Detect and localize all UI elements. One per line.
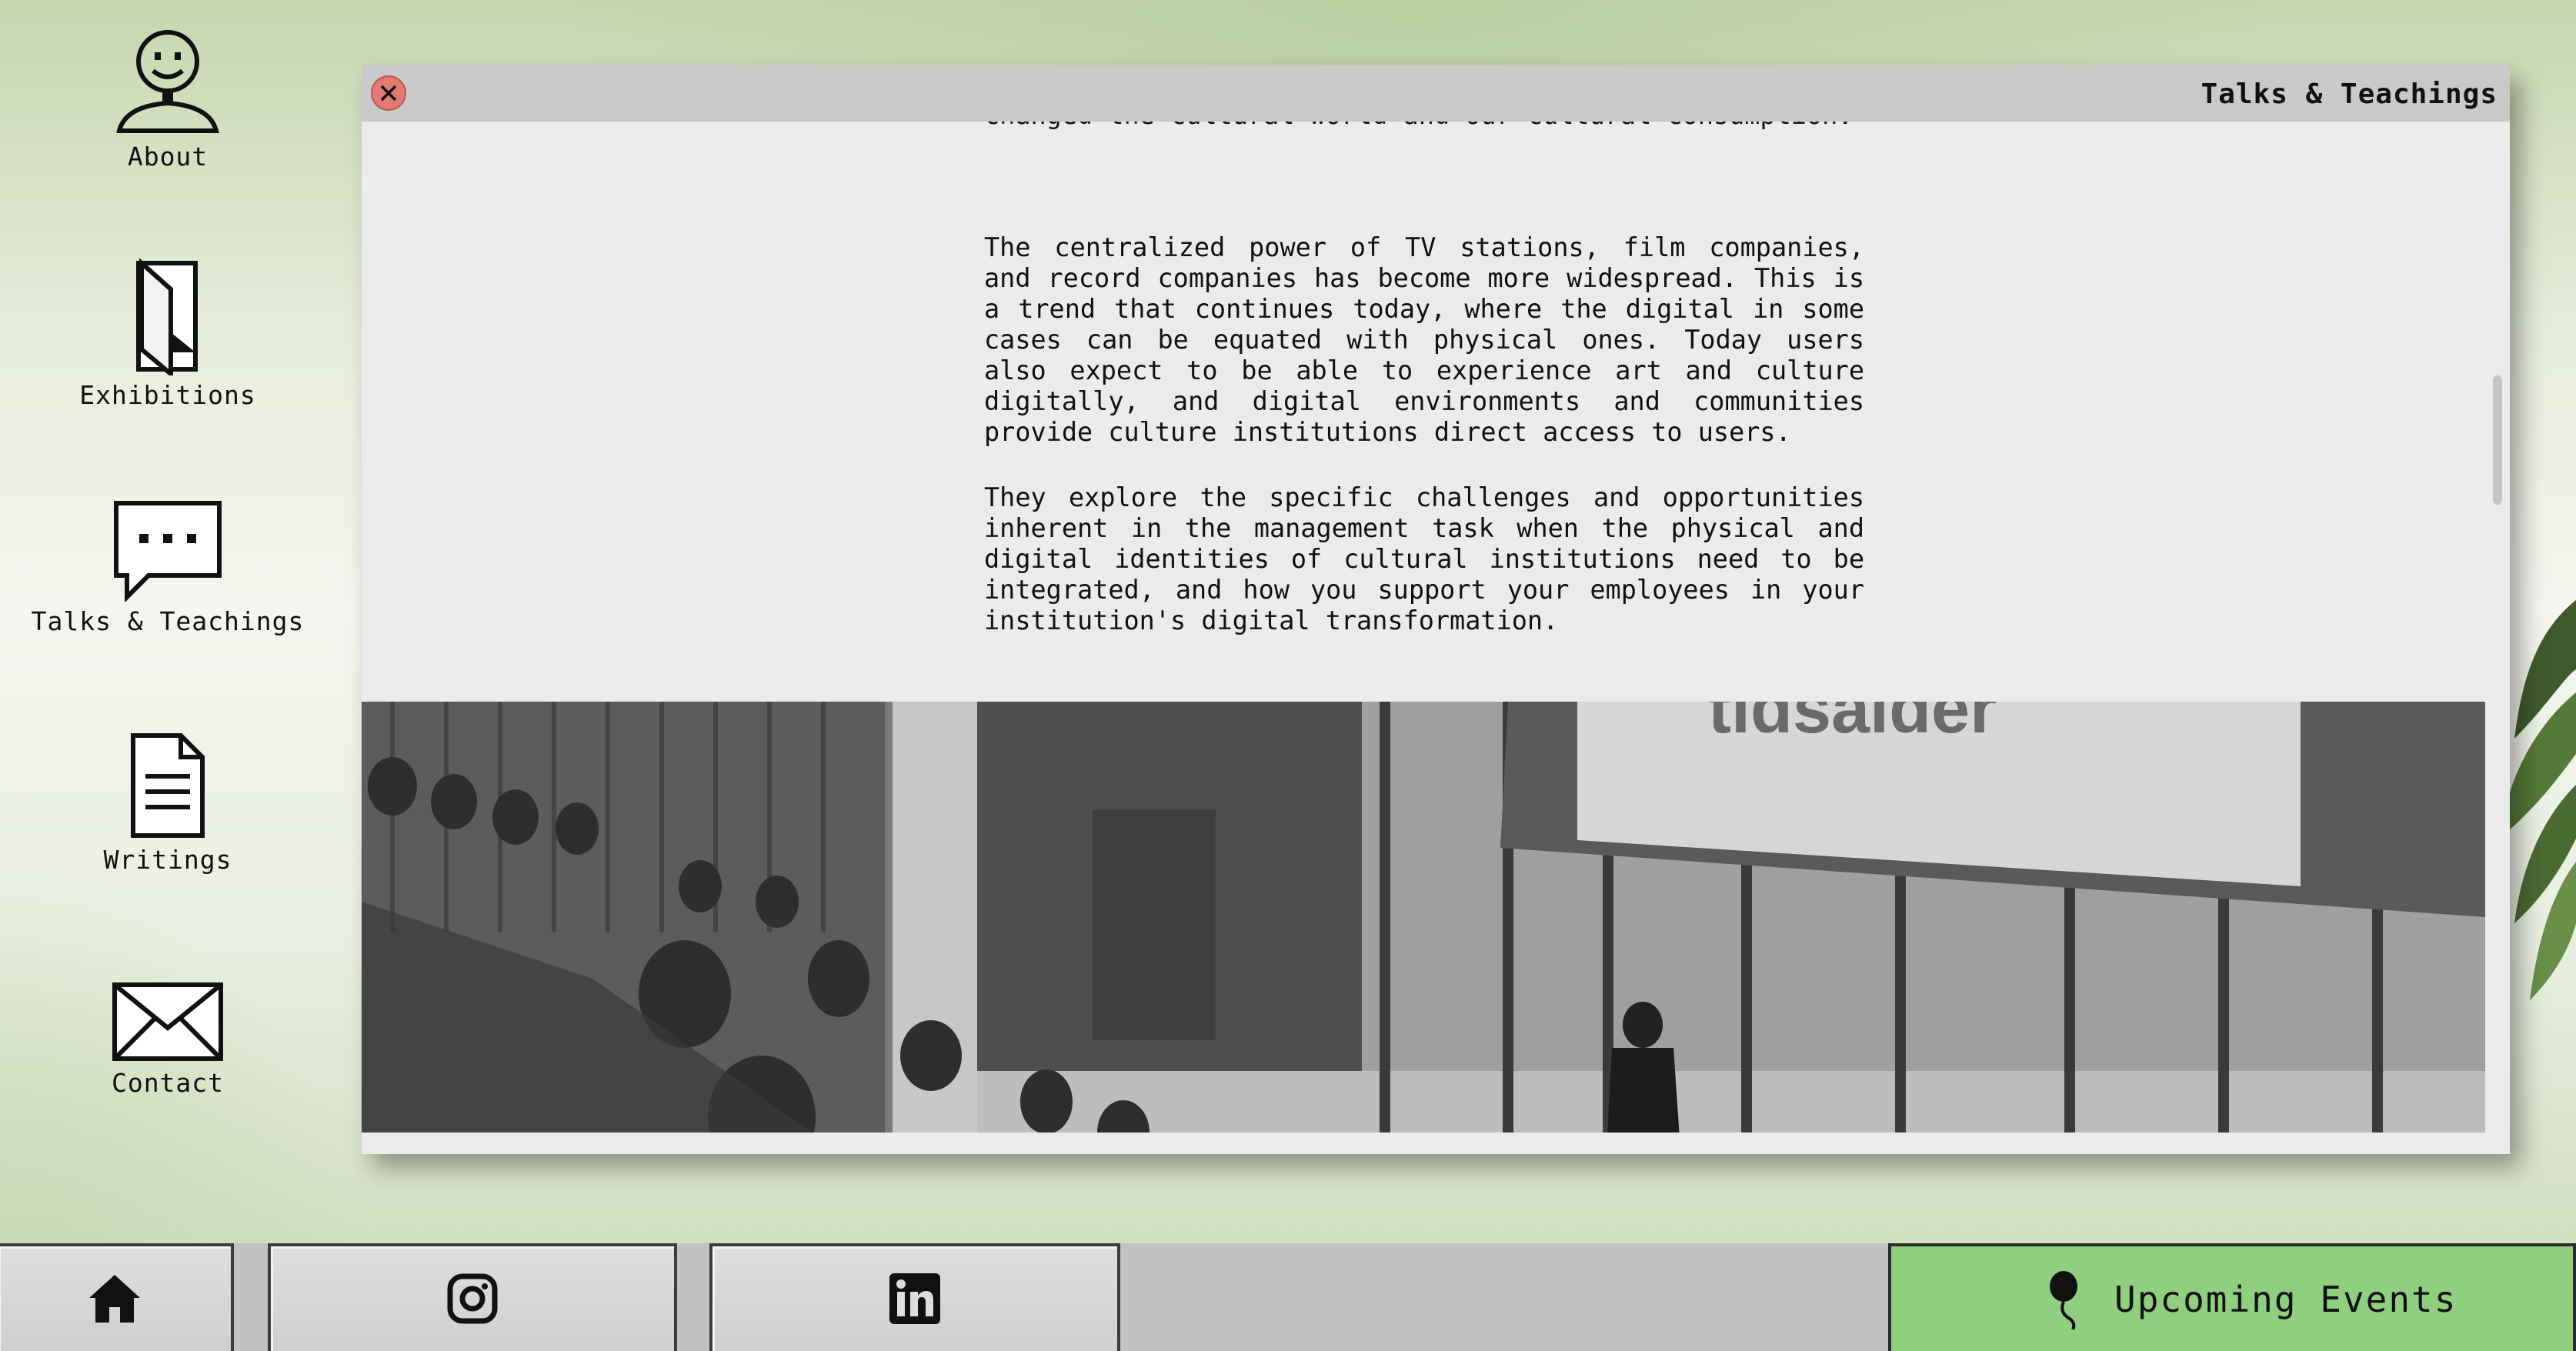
upcoming-events-button[interactable]: Upcoming Events bbox=[1888, 1243, 2576, 1351]
close-icon bbox=[380, 85, 397, 102]
desktop-icon-contact[interactable]: Contact bbox=[0, 980, 335, 1098]
window-title: Talks & Teachings bbox=[2201, 78, 2498, 110]
envelope-icon bbox=[112, 982, 223, 1061]
document-icon bbox=[131, 733, 205, 838]
screen-text: tidsalder bbox=[1708, 702, 1997, 748]
instagram-icon bbox=[447, 1273, 498, 1324]
linkedin-button[interactable] bbox=[709, 1243, 1120, 1351]
balloon-pin-icon bbox=[2050, 1271, 2077, 1330]
linkedin-icon bbox=[889, 1273, 940, 1324]
paragraph: changed the cultural world and our cultu… bbox=[984, 122, 1864, 131]
talks-window: Talks & Teachings changed the cultural w… bbox=[362, 65, 2510, 1154]
desktop-icon-about[interactable]: About bbox=[0, 23, 335, 172]
taskbar: Upcoming Events bbox=[0, 1243, 2576, 1351]
paragraph: They explore the specific challenges and… bbox=[984, 482, 1864, 635]
desktop-icon-writings[interactable]: Writings bbox=[0, 731, 335, 875]
home-icon bbox=[89, 1275, 140, 1323]
desktop-icon-label: About bbox=[127, 142, 209, 172]
door-icon bbox=[136, 259, 198, 375]
smiley-person-icon bbox=[116, 30, 219, 133]
desktop-icon-label: Writings bbox=[103, 845, 232, 875]
desktop-icon-exhibitions[interactable]: Exhibitions bbox=[0, 259, 335, 410]
desktop-icon-label: Contact bbox=[111, 1068, 225, 1098]
instagram-button[interactable] bbox=[268, 1243, 677, 1351]
scrollbar[interactable] bbox=[2487, 122, 2510, 1133]
window-titlebar[interactable]: Talks & Teachings bbox=[362, 65, 2510, 122]
window-content[interactable]: changed the cultural world and our cultu… bbox=[362, 122, 2487, 1133]
paragraph: The centralized power of TV stations, fi… bbox=[984, 232, 1864, 447]
lecture-photo: tidsalder bbox=[362, 702, 2485, 1133]
close-button[interactable] bbox=[371, 75, 406, 111]
desktop-icon-label: Talks & Teachings bbox=[31, 606, 305, 636]
speech-bubble-icon bbox=[114, 501, 222, 602]
desktop-icon-talks[interactable]: Talks & Teachings bbox=[0, 499, 335, 636]
home-button[interactable] bbox=[0, 1243, 234, 1351]
desktop-icon-label: Exhibitions bbox=[79, 380, 256, 410]
upcoming-events-label: Upcoming Events bbox=[2114, 1279, 2458, 1320]
scrollbar-thumb[interactable] bbox=[2493, 375, 2502, 505]
